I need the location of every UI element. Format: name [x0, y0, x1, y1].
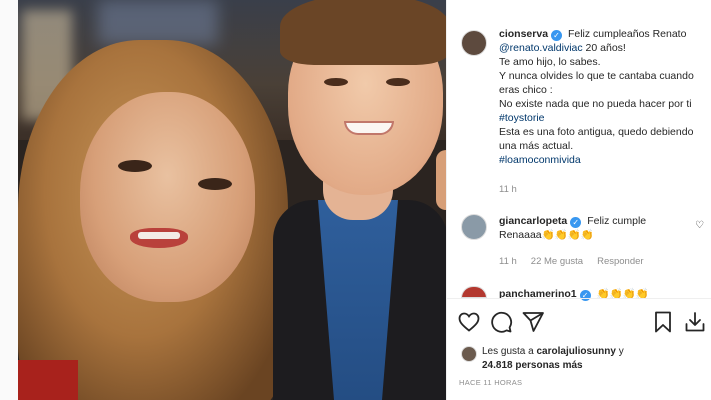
caption-line5: Esta es una foto antigua, quedo debiendo…	[499, 126, 694, 152]
download-icon[interactable]	[683, 310, 707, 334]
woman-eye	[198, 178, 232, 190]
verified-icon: ✓	[570, 217, 582, 228]
woman-teeth	[138, 232, 180, 239]
caption-line1: Feliz cumpleaños Renato	[567, 28, 687, 40]
caption-line3: Y nunca olvides lo que te cantaba cuando…	[499, 70, 694, 96]
comment-username[interactable]: giancarlopeta	[499, 215, 567, 227]
post-photo[interactable]	[18, 0, 446, 400]
verified-icon: ✓	[551, 30, 563, 41]
heart-icon[interactable]	[457, 310, 481, 334]
liker-username[interactable]: carolajuliosunny	[536, 346, 615, 357]
photo-light	[98, 0, 218, 45]
comment-likes[interactable]: 22 Me gusta	[531, 256, 583, 267]
comment-meta: 11 h 22 Me gusta Responder	[499, 256, 644, 267]
bookmark-icon[interactable]	[651, 310, 675, 334]
caption-line2: Te amo hijo, lo sabes.	[499, 56, 601, 68]
caption-after-mention: 20 años!	[582, 42, 626, 54]
post-timestamp: HACE 11 HORAS	[459, 378, 523, 387]
post-time[interactable]: 11 h	[499, 184, 517, 195]
likes-prefix: Les gusta a	[482, 346, 537, 357]
man-smile	[344, 121, 394, 135]
divider	[447, 298, 711, 299]
likes-count[interactable]: 24.818 personas más	[482, 360, 583, 371]
woman-dress	[18, 360, 78, 400]
commenter-avatar[interactable]	[461, 214, 487, 240]
mention-link[interactable]: @renato.valdiviac	[499, 42, 583, 54]
comment-time[interactable]: 11 h	[499, 256, 517, 267]
hashtag-link[interactable]: #loamoconmivida	[499, 154, 581, 166]
post-caption: cionserva ✓ Feliz cumpleaños Renato @rena…	[499, 27, 707, 167]
comment-emoji: 👏👏👏👏	[541, 229, 594, 241]
comment-like-icon[interactable]: ♡	[695, 220, 704, 231]
comment-icon[interactable]	[489, 310, 513, 334]
man-eye	[324, 78, 348, 86]
reply-button[interactable]: Responder	[597, 256, 643, 267]
woman-eye	[118, 160, 152, 172]
author-avatar[interactable]	[461, 30, 487, 56]
caption-line4: No existe nada que no pueda hacer por ti	[499, 98, 692, 110]
share-icon[interactable]	[521, 310, 545, 334]
man-hair	[280, 0, 446, 65]
liker-avatar[interactable]	[461, 346, 477, 362]
commenter-avatar[interactable]	[461, 286, 487, 298]
comment: giancarlopeta ✓ Feliz cumple Renaaaa👏👏👏👏	[499, 214, 689, 242]
likes-summary: Les gusta a carolajuliosunny y 24.818 pe…	[482, 345, 702, 373]
verified-icon: ✓	[579, 290, 591, 301]
woman-face	[80, 92, 255, 302]
author-username[interactable]: cionserva	[499, 28, 548, 40]
man-eye	[386, 78, 410, 86]
post-side-panel: cionserva ✓ Feliz cumpleaños Renato @rena…	[446, 0, 711, 400]
likes-middle: y	[615, 346, 624, 357]
post-actions	[457, 310, 707, 336]
hashtag-link[interactable]: #toystorie	[499, 112, 545, 124]
hand	[436, 150, 446, 210]
